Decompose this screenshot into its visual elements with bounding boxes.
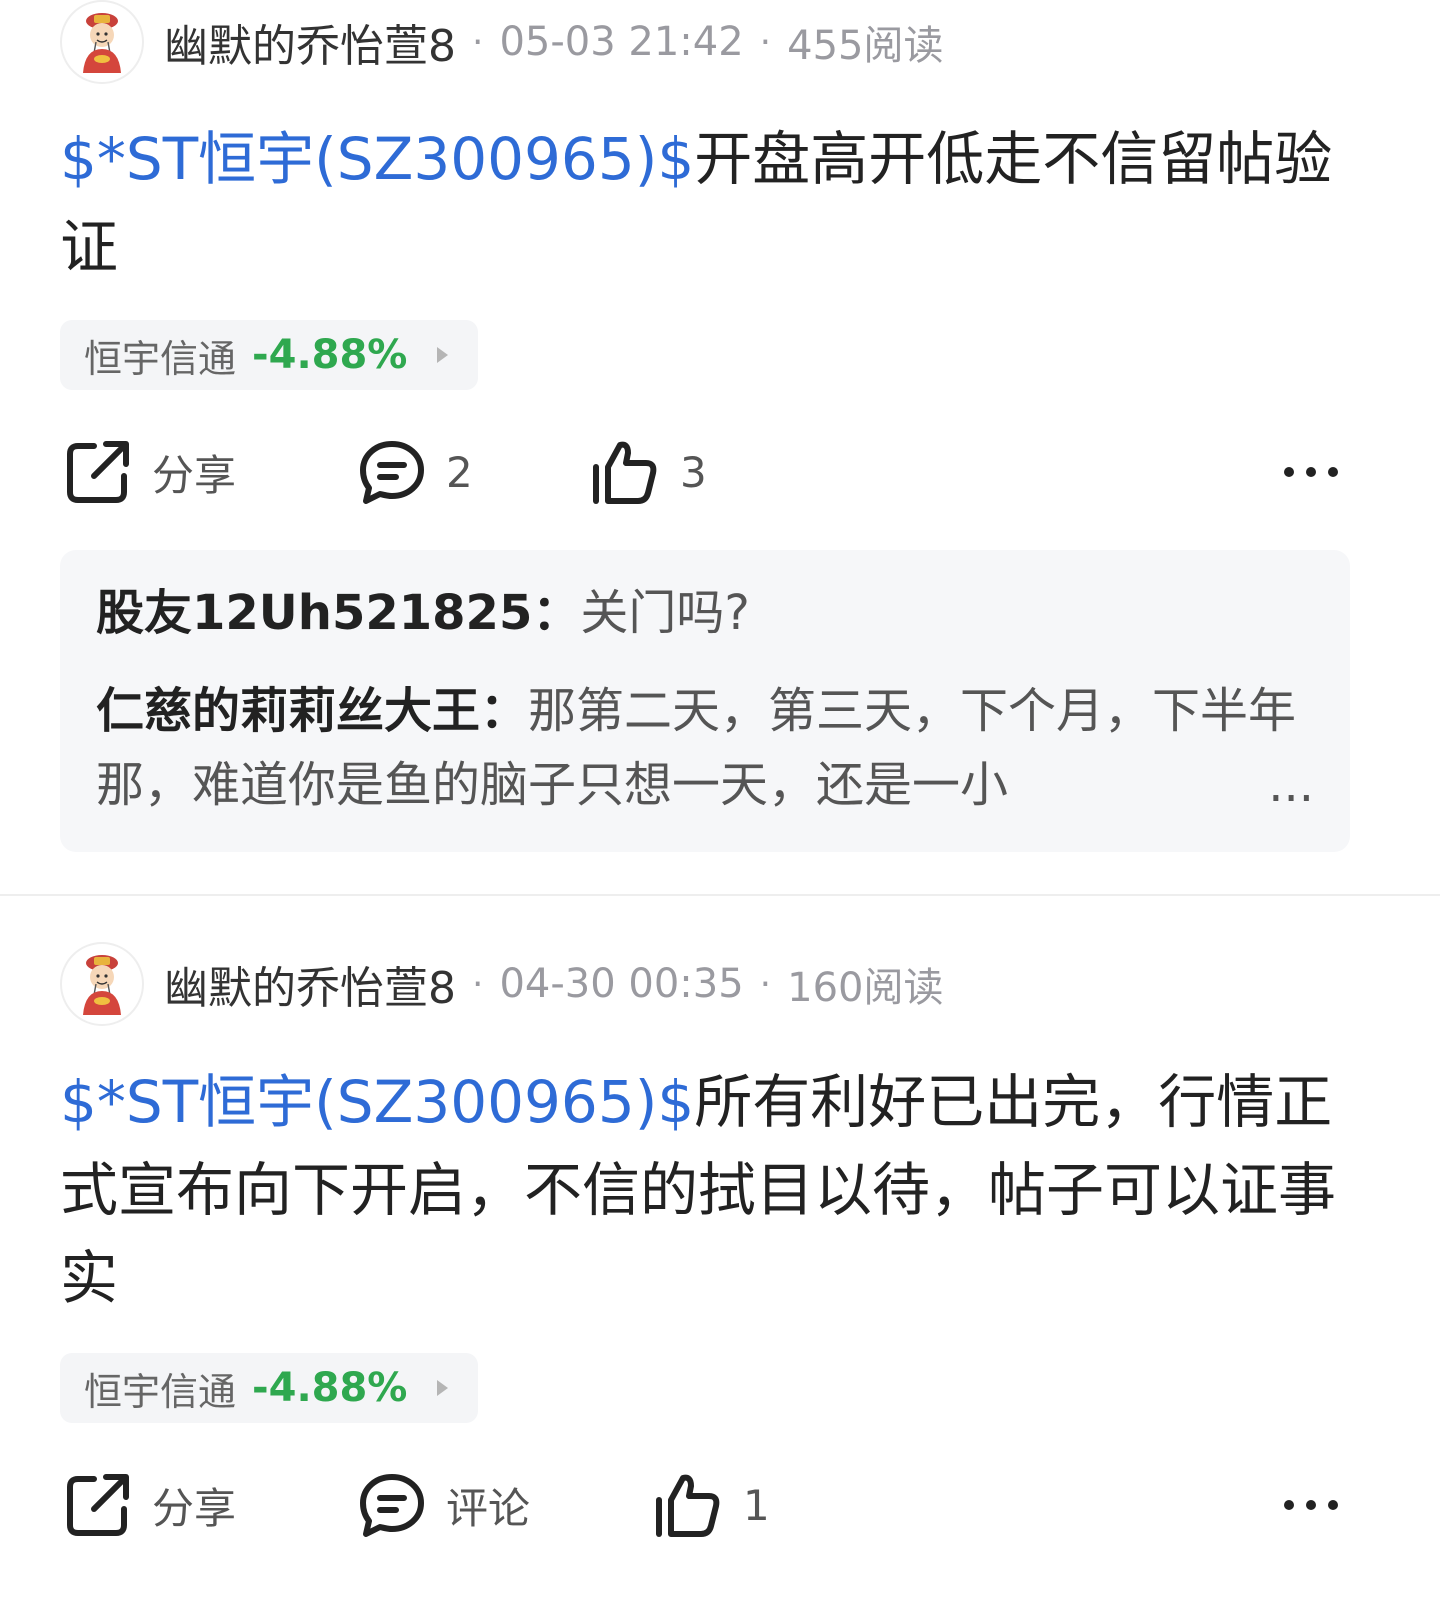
more-button[interactable] (1282, 432, 1340, 512)
like-count: 3 (680, 447, 707, 497)
like-icon (593, 441, 657, 504)
like-icon (656, 1474, 720, 1537)
more-icon (1284, 467, 1338, 477)
meta-separator: · (472, 21, 484, 63)
chevron-right-icon (437, 347, 449, 363)
comment-item[interactable]: 股友12Uh521825：关门吗? (96, 576, 1314, 650)
stock-change: -4.88% (252, 1365, 408, 1411)
meta-separator: · (759, 963, 772, 1005)
comment-icon (360, 1474, 424, 1537)
avatar-caishen-icon (83, 955, 121, 1015)
action-bar: 分享 2 3 (0, 432, 1440, 512)
comment-user[interactable]: 仁慈的莉莉丝大王： (96, 683, 528, 739)
stock-name: 恒宇信通 (84, 1369, 237, 1414)
post-divider (0, 894, 1440, 896)
share-button[interactable]: 分享 (64, 1465, 236, 1545)
like-count: 1 (743, 1480, 770, 1530)
post-content[interactable]: $*ST恒宇(SZ300965)$开盘高开低走不信留帖验证 (60, 115, 1360, 291)
post-header: 幽默的乔怡萱8 · 05-03 21:42 · 455阅读 (60, 0, 943, 84)
stock-tag-link[interactable]: $*ST恒宇(SZ300965)$ (60, 1068, 694, 1136)
avatar-caishen-icon (83, 13, 121, 73)
post-datetime: 05-03 21:42 (499, 19, 744, 65)
avatar[interactable] (60, 942, 144, 1026)
share-label: 分享 (152, 1483, 237, 1533)
share-button[interactable]: 分享 (64, 432, 236, 512)
read-count: 160阅读 (787, 965, 944, 1011)
post-header: 幽默的乔怡萱8 · 04-30 00:35 · 160阅读 (60, 942, 943, 1026)
comment-user[interactable]: 股友12Uh521825： (96, 585, 580, 641)
comment-icon (360, 441, 424, 504)
like-button[interactable]: 3 (590, 432, 707, 512)
stock-quote-chip[interactable]: 恒宇信通 -4.88% (60, 320, 479, 390)
meta-separator: · (472, 963, 484, 1005)
meta-separator: · (759, 21, 772, 63)
share-icon (67, 441, 129, 503)
comment-text: 关门吗? (580, 585, 750, 641)
share-label: 分享 (152, 450, 237, 500)
stock-name: 恒宇信通 (84, 336, 237, 381)
comment-preview[interactable]: 股友12Uh521825：关门吗? 仁慈的莉莉丝大王：那第二天，第三天，下个月，… (60, 550, 1350, 852)
more-icon (1284, 1500, 1338, 1510)
share-icon (67, 1474, 129, 1536)
read-count: 455阅读 (787, 23, 944, 69)
post-datetime: 04-30 00:35 (499, 961, 744, 1007)
like-button[interactable]: 1 (653, 1465, 770, 1545)
stock-tag-link[interactable]: $*ST恒宇(SZ300965)$ (60, 125, 694, 193)
author-name[interactable]: 幽默的乔怡萱8 (164, 10, 456, 74)
comment-label: 评论 (446, 1483, 531, 1533)
avatar[interactable] (60, 0, 144, 84)
more-button[interactable] (1282, 1465, 1340, 1545)
post-content[interactable]: $*ST恒宇(SZ300965)$所有利好已出完，行情正式宣布向下开启，不信的拭… (60, 1058, 1360, 1322)
comment-ellipsis: ... (1258, 748, 1314, 822)
comment-item[interactable]: 仁慈的莉莉丝大王：那第二天，第三天，下个月，下半年那，难道你是鱼的脑子只想一天，… (96, 674, 1314, 822)
author-name[interactable]: 幽默的乔怡萱8 (164, 952, 456, 1016)
comment-button[interactable]: 评论 (358, 1465, 530, 1545)
chevron-right-icon (437, 1380, 449, 1396)
stock-change: -4.88% (252, 332, 408, 378)
comment-button[interactable]: 2 (358, 432, 473, 512)
action-bar: 分享 评论 1 (0, 1465, 1440, 1545)
comment-count: 2 (446, 447, 473, 497)
stock-quote-chip[interactable]: 恒宇信通 -4.88% (60, 1353, 479, 1423)
